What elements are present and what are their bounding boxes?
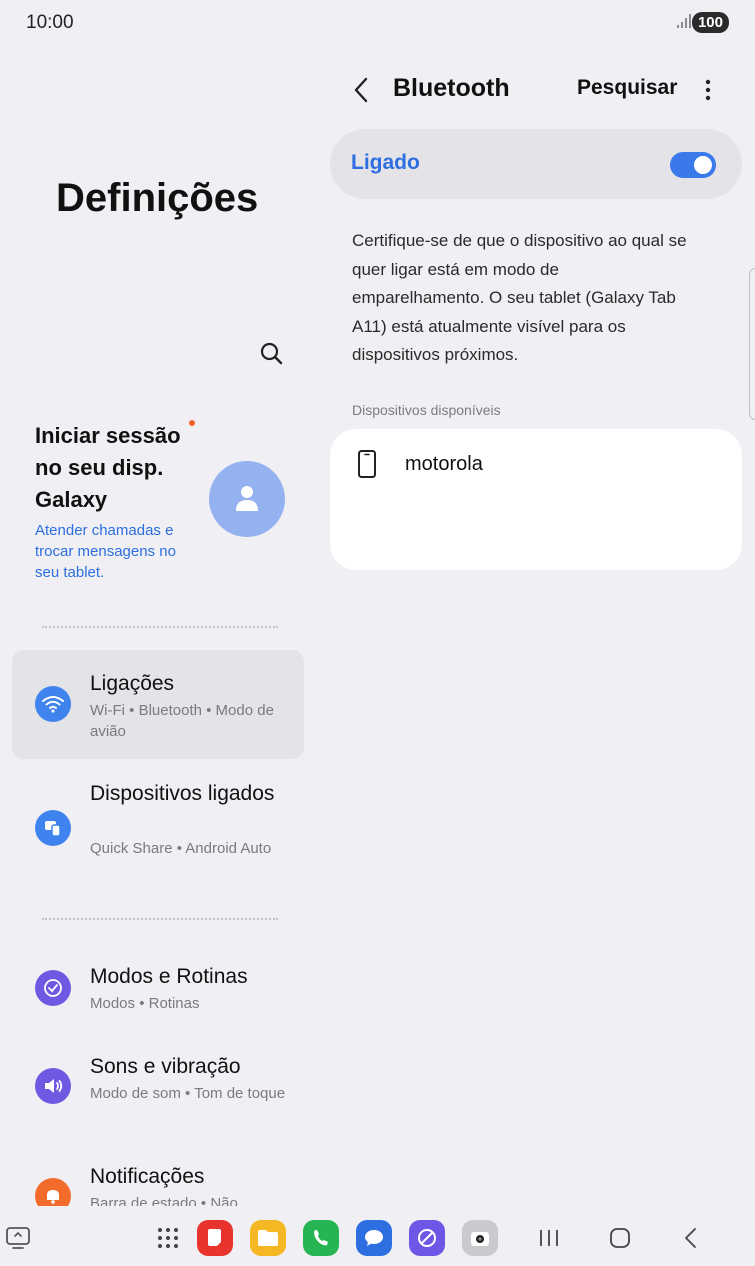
more-vertical-icon	[705, 79, 711, 101]
menu-item-title: Ligações	[90, 672, 175, 695]
menu-item-subtitle: Barra de estado • Não	[90, 1195, 238, 1206]
divider	[42, 626, 278, 628]
apps-drawer-button[interactable]	[154, 1220, 182, 1256]
search-icon	[260, 342, 283, 365]
menu-item-subtitle: Quick Share • Android Auto	[90, 840, 272, 857]
phone-icon	[358, 450, 376, 478]
sound-icon	[35, 1068, 71, 1104]
connected-devices-icon	[35, 810, 71, 846]
phone-app-icon[interactable]	[303, 1220, 339, 1256]
account-title: Iniciar sessão no seu disp. Galaxy	[35, 423, 181, 512]
menu-item-sons-vibracao[interactable]: Sons e vibração Modo de som • Tom de toq…	[12, 1040, 304, 1130]
notification-dot	[189, 420, 195, 426]
internet-app-icon[interactable]	[409, 1220, 445, 1256]
back-button[interactable]	[350, 74, 374, 106]
bluetooth-pane: Bluetooth Pesquisar Ligado Certifique-se…	[318, 44, 755, 1206]
device-name: motorola	[405, 453, 483, 475]
recent-apps-button[interactable]	[535, 1220, 563, 1256]
bluetooth-switch[interactable]	[670, 152, 716, 178]
chevron-left-icon	[354, 77, 368, 103]
menu-item-subtitle: Modo de som • Tom de toque	[90, 1085, 286, 1102]
modes-icon	[35, 970, 71, 1006]
menu-item-title: Notificações	[90, 1165, 205, 1188]
edge-panel-handle[interactable]	[749, 268, 755, 420]
available-devices-list: motorola	[330, 429, 742, 570]
menu-item-modos-rotinas[interactable]: Modos e Rotinas Modos • Rotinas	[12, 950, 304, 1020]
switch-knob	[694, 156, 712, 174]
section-label-available-devices: Dispositivos disponíveis	[352, 402, 501, 418]
back-icon	[685, 1228, 696, 1248]
home-button[interactable]	[605, 1220, 635, 1256]
back-nav-button[interactable]	[678, 1220, 704, 1256]
bluetooth-toggle-row[interactable]: Ligado	[330, 129, 742, 199]
signal-icon	[677, 14, 693, 33]
wifi-icon	[35, 686, 71, 722]
notes-app-icon[interactable]	[197, 1220, 233, 1256]
pairing-description: Certifique-se de que o dispositivo ao qu…	[352, 231, 687, 364]
toggle-label: Ligado	[351, 151, 420, 174]
person-icon	[236, 486, 258, 511]
my-files-app-icon[interactable]	[250, 1220, 286, 1256]
menu-item-title: Dispositivos ligados	[90, 782, 275, 805]
page-title-bluetooth: Bluetooth	[393, 74, 510, 102]
menu-item-dispositivos-ligados[interactable]: Dispositivos ligados Quick Share • Andro…	[12, 774, 304, 884]
device-item[interactable]: motorola	[330, 429, 742, 499]
scan-button[interactable]: Pesquisar	[577, 76, 677, 100]
page-title: Definições	[56, 176, 259, 220]
taskbar-icon	[6, 1227, 30, 1249]
menu-item-title: Sons e vibração	[90, 1055, 241, 1078]
home-icon	[610, 1228, 630, 1248]
menu-item-title: Modos e Rotinas	[90, 965, 248, 988]
menu-item-subtitle: Wi-Fi • Bluetooth • Modo de avião	[90, 702, 274, 740]
navigation-bar	[0, 1206, 755, 1266]
bell-icon	[35, 1178, 71, 1206]
samsung-account-card[interactable]: Iniciar sessão no seu disp. Galaxy Atend…	[0, 414, 318, 594]
messages-app-icon[interactable]	[356, 1220, 392, 1256]
camera-app-icon[interactable]	[462, 1220, 498, 1256]
menu-item-ligacoes[interactable]: Ligações Wi-Fi • Bluetooth • Modo de avi…	[12, 650, 304, 759]
more-options-button[interactable]	[698, 74, 718, 106]
menu-item-subtitle: Modos • Rotinas	[90, 995, 200, 1012]
divider	[42, 918, 278, 920]
settings-pane: Definições Iniciar sessão no seu disp. G…	[0, 44, 318, 1206]
search-button[interactable]	[258, 340, 286, 368]
recents-icon	[540, 1230, 558, 1246]
account-subtitle: Atender chamadas e trocar mensagens no s…	[35, 522, 176, 581]
status-bar: 10:00 100	[0, 0, 755, 44]
avatar	[209, 461, 285, 537]
status-time: 10:00	[26, 12, 74, 33]
menu-item-notificacoes[interactable]: Notificações Barra de estado • Não	[12, 1150, 304, 1206]
battery-indicator: 100	[691, 12, 729, 33]
grid-icon	[158, 1228, 178, 1248]
taskbar-toggle-button[interactable]	[4, 1220, 32, 1256]
